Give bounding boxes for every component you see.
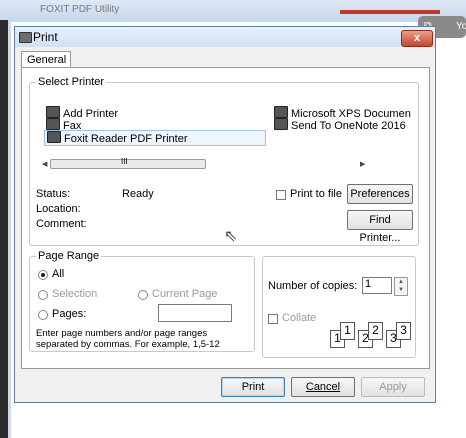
pages-input[interactable]	[158, 304, 232, 322]
comment-label: Comment:	[36, 218, 87, 230]
page-range-hint: Enter page numbers and/or page ranges se…	[36, 328, 220, 350]
scrollbar-thumb[interactable]: III	[50, 157, 206, 169]
printer-item-label: Foxit Reader PDF Printer	[64, 133, 188, 145]
collate-label: Collate	[282, 312, 317, 324]
print-button[interactable]: Print	[221, 377, 285, 397]
printer-icon	[274, 106, 288, 118]
dialog-title: Print	[33, 30, 58, 44]
collate-page-2b: 2	[368, 322, 383, 340]
background-window-title: FOXIT PDF Utility	[40, 4, 120, 15]
selection-label: Selection	[52, 288, 98, 300]
collate-page-1b: 1	[340, 322, 355, 340]
pages-radio[interactable]	[38, 310, 48, 320]
mouse-cursor-icon: ⇖	[224, 228, 238, 245]
printer-item-label: Send To OneNote 2016	[291, 120, 406, 132]
general-panel: Select Printer Add Printer Fax Foxit Rea…	[21, 67, 430, 369]
copies-input[interactable]: 1	[362, 277, 392, 294]
left-edge-bar	[0, 20, 8, 438]
scroll-right-arrow-icon[interactable]: ▶	[360, 160, 365, 168]
print-to-file-label: Print to file	[290, 188, 342, 200]
left-edge-frame	[8, 20, 11, 438]
add-printer-icon	[46, 106, 60, 118]
printer-icon	[19, 32, 32, 46]
collate-checkbox[interactable]	[268, 314, 278, 324]
cancel-button[interactable]: Cancel	[291, 377, 355, 397]
printer-list-scrollbar[interactable]: ◀ III ▶	[42, 157, 368, 170]
overlay-button-label: Yo	[456, 21, 466, 32]
fax-icon	[46, 118, 60, 130]
scroll-left-arrow-icon[interactable]: ◀	[42, 160, 47, 168]
current-page-label: Current Page	[152, 288, 218, 300]
copies-label: Number of copies:	[268, 280, 358, 292]
printer-icon	[274, 118, 288, 130]
location-label: Location:	[36, 203, 81, 215]
tab-general[interactable]: General	[21, 51, 71, 68]
pages-label: Pages:	[52, 308, 87, 320]
select-printer-legend: Select Printer	[38, 76, 105, 88]
scroll-grip: III	[121, 157, 128, 166]
print-to-file-checkbox[interactable]	[276, 190, 286, 200]
current-page-radio[interactable]	[138, 290, 148, 300]
selection-radio[interactable]	[38, 290, 48, 300]
preferences-button[interactable]: Preferences	[347, 184, 413, 204]
print-dialog: Print x General Select Printer Add Print…	[14, 26, 436, 403]
printer-item-onenote[interactable]: Send To OneNote 2016	[274, 118, 406, 132]
copies-spinner[interactable]: ▲ ▼	[394, 277, 408, 296]
status-label: Status:	[36, 188, 71, 200]
dialog-titlebar: Print x	[15, 27, 435, 47]
close-button[interactable]: x	[401, 30, 433, 47]
printer-icon	[47, 131, 61, 143]
tab-general-label: General	[27, 54, 67, 66]
collate-page-3b: 3	[396, 322, 411, 340]
apply-button[interactable]: Apply	[361, 377, 425, 397]
all-label: All	[52, 268, 65, 280]
all-radio[interactable]	[38, 270, 48, 280]
status-value: Ready	[122, 188, 154, 200]
background-accent-strip	[340, 10, 440, 14]
printer-item-foxit[interactable]: Foxit Reader PDF Printer	[44, 130, 266, 146]
find-printer-button[interactable]: Find Printer...	[347, 210, 413, 244]
page-range-legend: Page Range	[38, 250, 100, 262]
